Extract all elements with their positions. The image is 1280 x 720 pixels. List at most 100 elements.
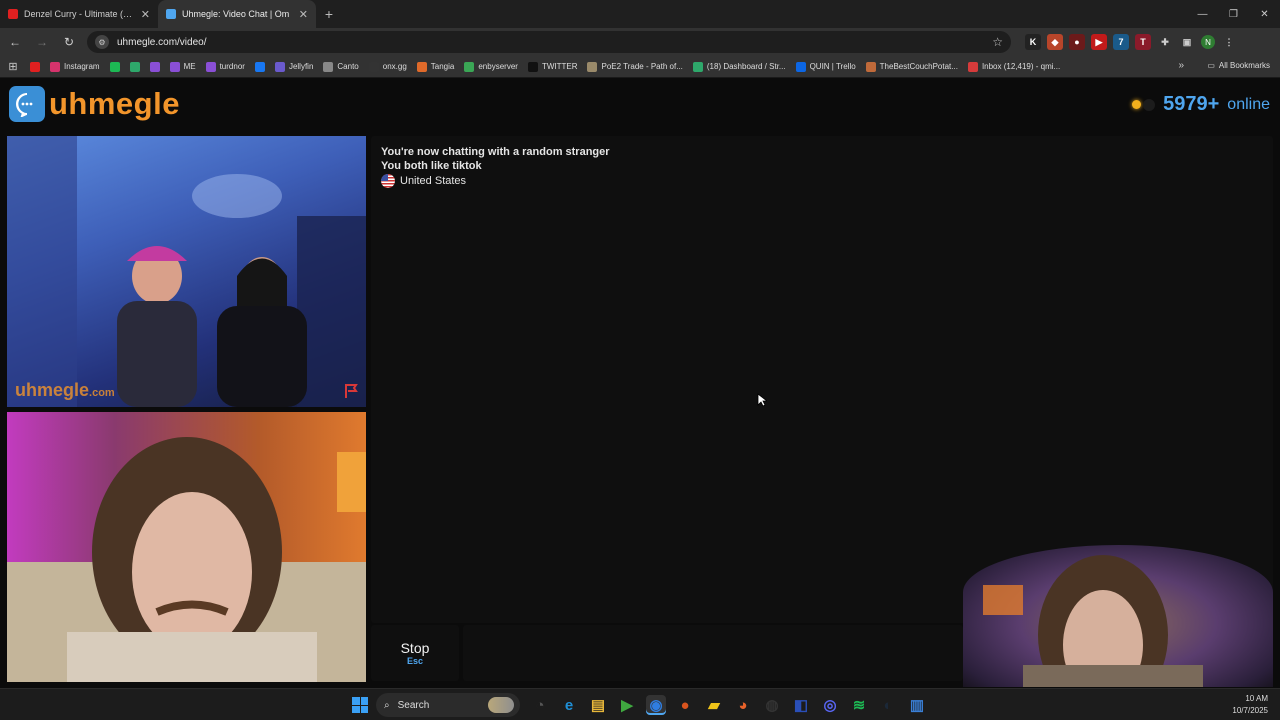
twitch-icon [205, 61, 216, 72]
windows-taskbar: ⌕ Search ◔ e ▤ ▶ ◉ ● ▰ ◕ ◍ ◧ ◎ ≋ ◐ ▥ 10 AM 10/7/2025 [0, 688, 1280, 720]
extension-tp-icon[interactable]: T [1135, 34, 1151, 50]
extension-youtube-icon[interactable]: ▶ [1091, 34, 1107, 50]
extension-leaf-icon[interactable]: ◆ [1047, 34, 1063, 50]
gmail-icon [967, 61, 978, 72]
potato-icon [865, 61, 876, 72]
url-text[interactable]: uhmegle.com/video/ [117, 37, 984, 48]
firefox-icon[interactable]: ◕ [733, 695, 753, 715]
back-icon[interactable]: ← [3, 30, 27, 54]
restore-icon[interactable]: ❐ [1218, 0, 1249, 28]
extensions-puzzle-icon[interactable]: ✚ [1157, 34, 1173, 50]
x-icon [527, 61, 538, 72]
basketball-icon[interactable]: ● [675, 695, 695, 715]
close-window-icon[interactable]: ✕ [1249, 0, 1280, 28]
stranger-country: United States [381, 174, 1263, 188]
steam-icon[interactable]: ◐ [878, 695, 898, 715]
bookmark-item[interactable]: Tangia [416, 61, 455, 72]
bookmark-item[interactable]: turdnor [205, 61, 245, 72]
uhmegle-page: uhmegle 5979+ online uhmegle.com You're … [0, 79, 1280, 688]
bookmark-item[interactable]: TWITTER [527, 61, 577, 72]
bookmark-item[interactable]: Jellyfin [274, 61, 313, 72]
file-explorer-icon[interactable]: ▤ [588, 695, 608, 715]
bookmark-item[interactable]: Inbox (12,419) - qmi... [967, 61, 1061, 72]
bookmark-item[interactable] [30, 61, 40, 72]
jellyfin-icon [274, 61, 285, 72]
bookmark-item[interactable]: TheBestCouchPotat... [865, 61, 958, 72]
bookmark-item[interactable] [129, 61, 140, 72]
twitch-icon [149, 61, 160, 72]
clock-date: 10/7/2025 [1232, 706, 1268, 715]
app-blue-icon[interactable]: ◧ [791, 695, 811, 715]
watermark-text: uhmegle [15, 380, 90, 400]
spotify-taskbar-icon[interactable]: ≋ [849, 695, 869, 715]
bookmark-item[interactable]: enbyserver [464, 61, 518, 72]
chat-system-message: You're now chatting with a random strang… [381, 146, 610, 158]
all-bookmarks-button[interactable]: ▭ All Bookmarks [1207, 61, 1270, 70]
minimize-icon[interactable]: — [1187, 0, 1218, 28]
streamer-webcam-overlay [963, 545, 1273, 687]
bookmark-item[interactable] [254, 61, 265, 72]
uhmegle-favicon-icon [166, 9, 176, 19]
reload-icon[interactable]: ↻ [57, 30, 81, 54]
extension-red-icon[interactable]: ● [1069, 34, 1085, 50]
theme-toggle[interactable] [1143, 98, 1156, 111]
bookmark-item[interactable] [149, 61, 160, 72]
menu-kebab-icon[interactable]: ⋮ [1221, 34, 1237, 50]
media-player-icon[interactable]: ▶ [617, 695, 637, 715]
tab-title: Denzel Curry - Ultimate (BADB/ [24, 9, 135, 19]
close-icon[interactable]: ✕ [299, 8, 308, 21]
bookmark-item[interactable]: (18) Dashboard / Str... [692, 61, 786, 72]
self-video-scene [7, 437, 366, 682]
bookmark-item[interactable]: ME [169, 61, 196, 72]
reading-mode-icon[interactable]: ▣ [1179, 34, 1195, 50]
all-bookmarks-label: All Bookmarks [1218, 61, 1270, 70]
sticky-notes-icon[interactable]: ▰ [704, 695, 724, 715]
bookmark-item[interactable]: PoE2 Trade - Path of... [587, 61, 683, 72]
bookmark-label: PoE2 Trade - Path of... [601, 62, 683, 71]
system-clock[interactable]: 10 AM 10/7/2025 [1232, 693, 1268, 717]
stop-button[interactable]: Stop Esc [371, 625, 459, 681]
report-flag-icon[interactable] [344, 383, 360, 399]
chrome-icon[interactable]: ◉ [646, 695, 666, 715]
edge-icon[interactable]: e [559, 695, 579, 715]
bookmark-item[interactable]: Instagram [50, 61, 100, 72]
extension-7tv-icon[interactable]: 7 [1113, 34, 1129, 50]
trello-icon [795, 61, 806, 72]
bookmark-item[interactable]: Canto [323, 61, 359, 72]
taskbar-search[interactable]: ⌕ Search [376, 693, 520, 717]
address-bar[interactable]: ⚙ uhmegle.com/video/ ☆ [87, 31, 1011, 53]
profile-avatar[interactable]: N [1201, 35, 1215, 49]
site-info-icon[interactable]: ⚙ [95, 35, 109, 49]
dashboard-icon [692, 61, 703, 72]
search-highlight-icon [488, 697, 514, 713]
folder-icon: ▭ [1207, 61, 1215, 70]
close-icon[interactable]: ✕ [141, 8, 150, 21]
taskbar-apps: ◔ e ▤ ▶ ◉ ● ▰ ◕ ◍ ◧ ◎ ≋ ◐ ▥ [530, 695, 927, 715]
tab-denzel-curry[interactable]: Denzel Curry - Ultimate (BADB/ ✕ [0, 0, 158, 28]
bookmark-label: Tangia [430, 62, 455, 71]
windows-start-icon[interactable] [352, 697, 368, 713]
browser-tab-strip: Denzel Curry - Ultimate (BADB/ ✕ Uhmegle… [0, 0, 1280, 28]
self-video [7, 412, 366, 682]
online-label: online [1227, 95, 1270, 113]
spotify-icon [109, 61, 120, 72]
apps-grid-icon[interactable]: ⊞ [6, 60, 20, 74]
bookmark-label: Inbox (12,419) - qmi... [981, 62, 1061, 71]
bookmark-label: QUIN | Trello [809, 62, 856, 71]
bookmark-star-icon[interactable]: ☆ [992, 35, 1003, 49]
discord-icon[interactable]: ◎ [820, 695, 840, 715]
new-tab-button[interactable]: + [316, 0, 342, 28]
notepad-icon[interactable]: ▥ [907, 695, 927, 715]
bookmarks-overflow-icon[interactable]: » [1178, 60, 1184, 71]
tab-uhmegle[interactable]: Uhmegle: Video Chat | Om ✕ [158, 0, 316, 28]
extension-k-icon[interactable]: K [1025, 34, 1041, 50]
bookmark-item[interactable]: QUIN | Trello [795, 61, 856, 72]
bookmark-item[interactable]: onx.gg [368, 61, 407, 72]
message-input[interactable] [463, 625, 963, 681]
bookmark-item[interactable] [109, 61, 120, 72]
browser-toolbar: ← → ↻ ⚙ uhmegle.com/video/ ☆ K ◆ ● ▶ 7 T… [0, 28, 1280, 56]
obs-icon[interactable]: ◍ [762, 695, 782, 715]
uhmegle-logo[interactable]: uhmegle [9, 86, 180, 122]
widgets-icon[interactable]: ◔ [530, 695, 550, 715]
forward-icon[interactable]: → [30, 30, 54, 54]
